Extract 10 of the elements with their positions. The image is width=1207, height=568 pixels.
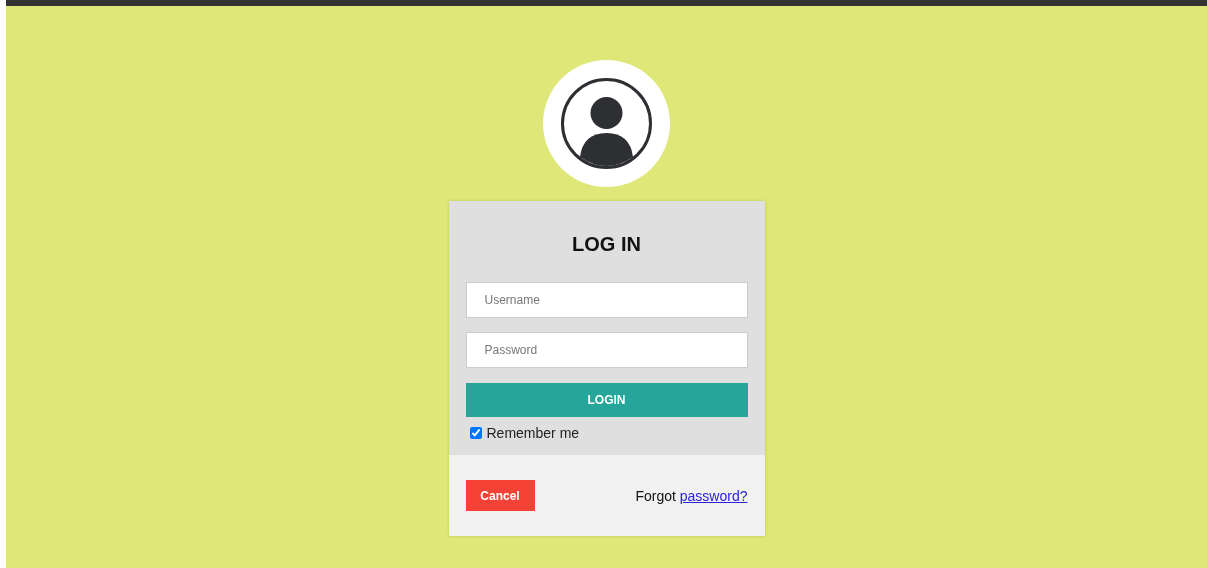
password-link[interactable]: password? xyxy=(679,487,748,504)
remember-checkbox[interactable] xyxy=(469,427,482,439)
cancel-button[interactable]: Cancel xyxy=(465,480,535,511)
forgot-password-text: Forgot password? xyxy=(635,487,748,504)
login-button[interactable]: LOGIN xyxy=(465,383,748,417)
username-field[interactable]: Username xyxy=(465,282,748,318)
password-field[interactable]: Password xyxy=(465,332,748,368)
user-avatar-icon xyxy=(543,60,670,187)
login-title: LOG IN xyxy=(571,233,642,256)
remember-label: Remember me xyxy=(486,425,580,441)
